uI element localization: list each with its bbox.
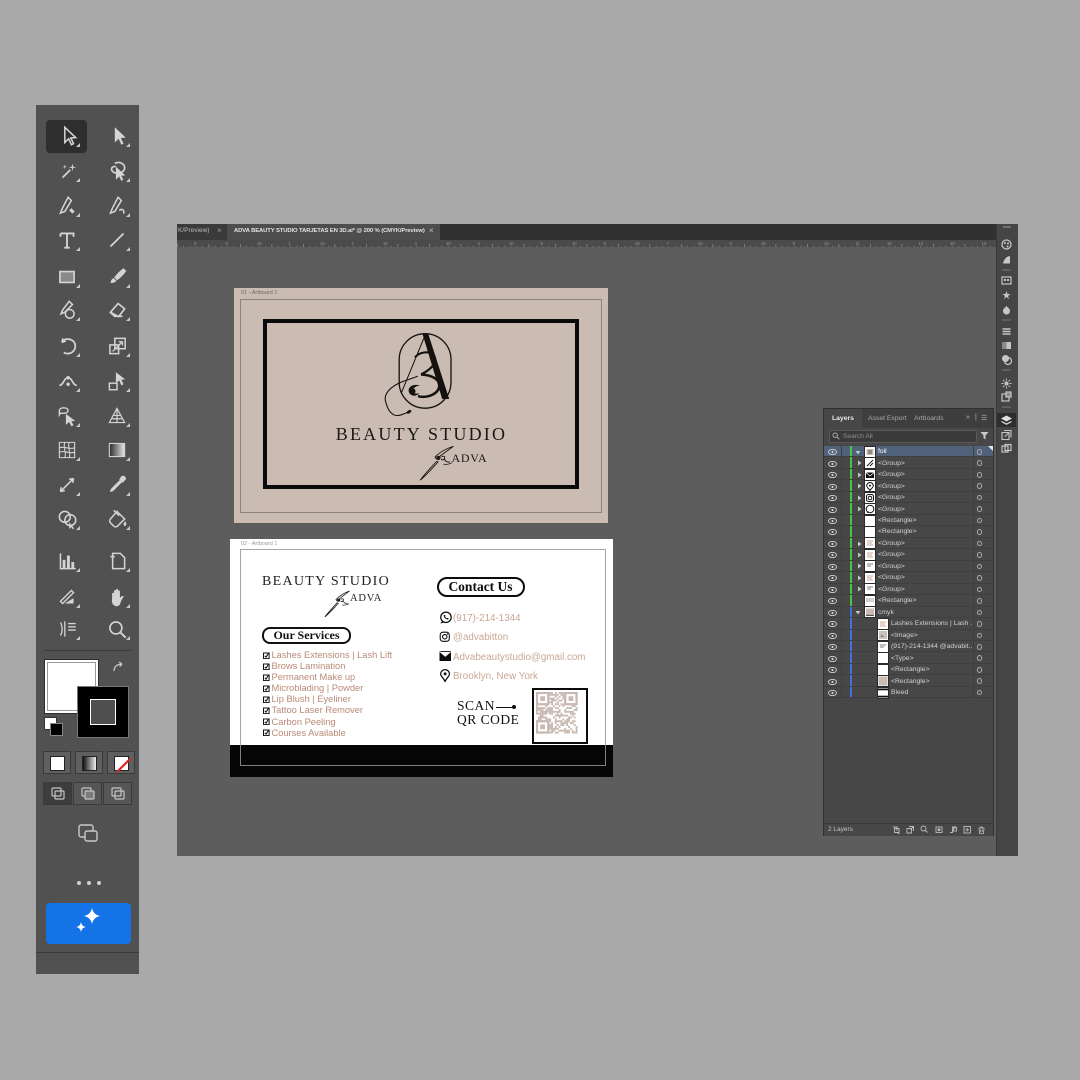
svg-text:10: 10 [698, 241, 703, 246]
svg-text:8: 8 [226, 241, 229, 246]
svg-text:9: 9 [793, 241, 796, 246]
svg-text:10: 10 [635, 241, 640, 246]
svg-text:10: 10 [446, 241, 451, 246]
svg-text:10: 10 [572, 241, 577, 246]
svg-text:10: 10 [509, 241, 514, 246]
svg-text:6: 6 [604, 241, 607, 246]
svg-text:10: 10 [887, 241, 892, 246]
svg-text:4: 4 [478, 241, 481, 246]
svg-text:10: 10 [761, 241, 766, 246]
svg-text:5: 5 [541, 241, 544, 246]
svg-text:1: 1 [289, 241, 292, 246]
svg-text:13: 13 [982, 241, 987, 246]
svg-text:11: 11 [856, 241, 861, 246]
svg-text:2: 2 [352, 241, 355, 246]
svg-text:12: 12 [919, 241, 924, 246]
svg-text:3: 3 [415, 241, 418, 246]
svg-text:10: 10 [257, 241, 262, 246]
svg-text:8: 8 [730, 241, 733, 246]
svg-text:0: 0 [194, 241, 197, 246]
svg-text:10: 10 [383, 241, 388, 246]
svg-text:7: 7 [667, 241, 670, 246]
svg-text:10: 10 [950, 241, 955, 246]
svg-text:10: 10 [320, 241, 325, 246]
svg-text:10: 10 [824, 241, 829, 246]
